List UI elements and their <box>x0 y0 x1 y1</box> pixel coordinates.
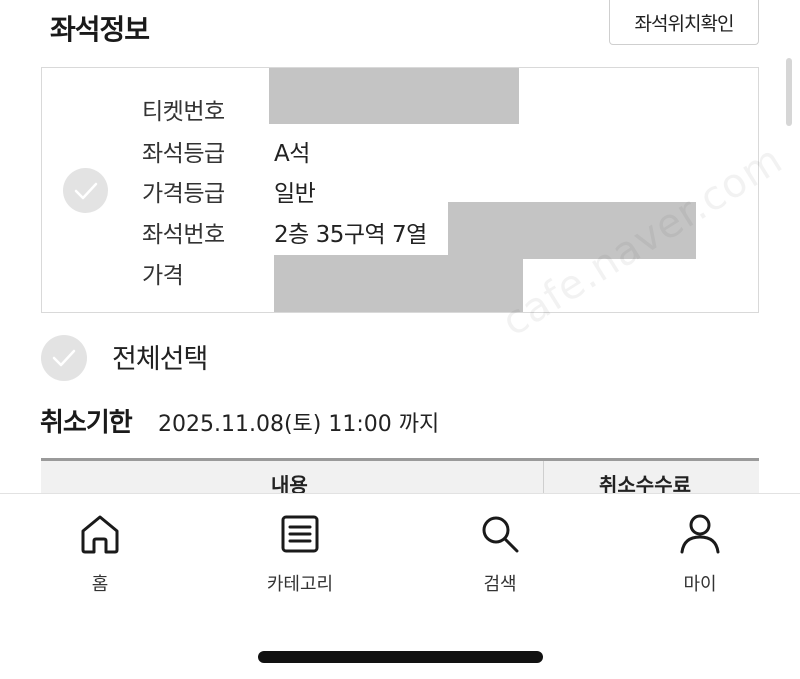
search-icon <box>482 516 519 553</box>
person-icon <box>680 514 720 554</box>
seat-grade-label: 좌석등급 <box>142 141 225 167</box>
ticket-checkbox[interactable] <box>63 168 108 213</box>
nav-my-label: 마이 <box>683 574 717 595</box>
select-all-label[interactable]: 전체선택 <box>112 337 208 376</box>
fee-table-header: 내용 취소수수료 <box>41 458 759 497</box>
nav-home[interactable]: 홈 <box>40 512 160 596</box>
nav-search[interactable]: 검색 <box>440 512 560 596</box>
price-redaction <box>274 255 523 312</box>
scrollbar[interactable] <box>786 58 792 126</box>
column-divider <box>543 461 544 494</box>
select-all-checkbox[interactable] <box>41 335 87 381</box>
cancel-deadline-title: 취소기한 <box>40 408 133 438</box>
nav-home-label: 홈 <box>91 574 109 595</box>
cancel-deadline-value: 2025.11.08(토) 11:00 까지 <box>158 412 440 437</box>
seat-location-button[interactable]: 좌석위치확인 <box>609 0 759 45</box>
home-icon <box>81 515 119 554</box>
price-grade-label: 가격등급 <box>142 181 225 207</box>
nav-category-label: 카테고리 <box>266 574 334 595</box>
seat-grade-value: A석 <box>274 141 310 167</box>
seat-number-value: 2층 35구역 7열 <box>274 222 427 248</box>
home-indicator[interactable] <box>258 651 543 663</box>
price-label: 가격 <box>142 263 184 289</box>
nav-search-label: 검색 <box>483 574 517 595</box>
price-grade-value: 일반 <box>274 181 316 207</box>
check-icon <box>74 182 97 199</box>
ticket-number-label: 티켓번호 <box>142 99 225 125</box>
check-icon <box>52 349 76 367</box>
ticket-number-redaction <box>269 68 519 124</box>
nav-category[interactable]: 카테고리 <box>240 512 360 596</box>
ticket-card: 티켓번호 좌석등급 A석 가격등급 일반 좌석번호 2층 35구역 7열 가격 … <box>41 67 791 346</box>
page-title: 좌석정보 <box>50 13 150 46</box>
list-icon <box>281 515 319 553</box>
nav-my[interactable]: 마이 <box>640 512 760 596</box>
seat-number-label: 좌석번호 <box>142 222 225 248</box>
